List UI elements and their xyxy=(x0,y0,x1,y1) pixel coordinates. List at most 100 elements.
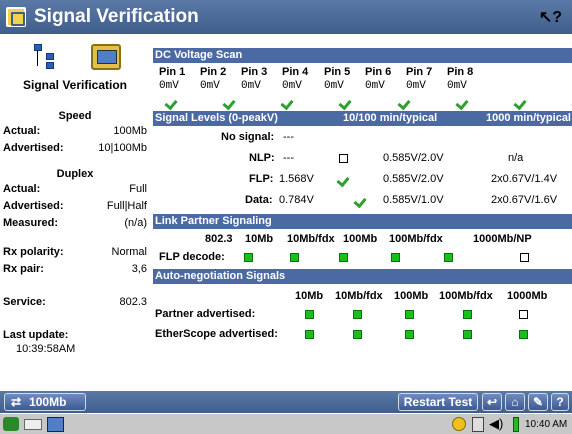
flp-value: 1.568V xyxy=(279,173,314,185)
partner-10mb-box xyxy=(305,310,314,319)
restart-test-button[interactable]: Restart Test xyxy=(398,393,478,411)
speed-button[interactable]: ⇄ 100Mb xyxy=(4,393,86,411)
flp-label: FLP: xyxy=(249,173,274,185)
help-glyph: ? xyxy=(552,9,562,26)
swap-arrows-icon: ⇄ xyxy=(11,395,22,409)
lps-col-100mb: 100Mb xyxy=(343,233,378,245)
service-label: Service: xyxy=(3,295,46,308)
speed-actual-value: 100Mb xyxy=(113,124,147,137)
panel-heading: Signal Verification xyxy=(22,78,128,92)
pin-7-value: 0mV xyxy=(406,80,426,92)
speed-advertised-row: Advertised: 10|100Mb xyxy=(0,139,150,156)
partner-1000mb-box xyxy=(519,310,528,319)
signal-col-10-100: 10/100 min/typical xyxy=(343,112,438,124)
data-label: Data: xyxy=(245,194,273,206)
dc-voltage-title: DC Voltage Scan xyxy=(155,49,243,61)
flp-gig: 2x0.67V/1.4V xyxy=(491,173,558,185)
clock: 10:40 AM xyxy=(525,419,568,430)
pin-6-label: Pin 6 xyxy=(365,66,392,78)
start-icon[interactable] xyxy=(3,417,19,431)
link-partner-title: Link Partner Signaling xyxy=(155,215,272,227)
speed-title: Speed xyxy=(58,110,92,122)
link-partner-grid: 802.3 10Mb 10Mb/fdx 100Mb 100Mb/fdx 1000… xyxy=(153,229,572,269)
network-tree-icon[interactable] xyxy=(33,44,56,70)
nlp-value: --- xyxy=(283,152,294,164)
etherscope-device-icon[interactable] xyxy=(90,44,121,70)
duplex-actual-label: Actual: xyxy=(3,182,41,195)
lps-col-10mb: 10Mb xyxy=(245,233,274,245)
rx-pair-row: Rx pair: 3,6 xyxy=(0,260,150,277)
tools-button[interactable]: ✎ xyxy=(528,393,548,411)
es-10mb-fdx-box xyxy=(353,330,362,339)
main-panel: DC Voltage Scan Pin 1 Pin 2 Pin 3 Pin 4 … xyxy=(153,48,572,346)
autoneg-header: Auto-negotiation Signals xyxy=(153,269,572,284)
left-panel: Signal Verification Speed Actual: 100Mb A… xyxy=(0,34,150,388)
data-value: 0.784V xyxy=(279,194,314,206)
back-icon: ↩ xyxy=(486,395,498,409)
home-button[interactable]: ⌂ xyxy=(505,393,525,411)
speed-button-label: 100Mb xyxy=(29,395,67,409)
partner-100mb-fdx-box xyxy=(463,310,472,319)
lps-802-3-box xyxy=(244,253,253,262)
duplex-advertised-label: Advertised: xyxy=(3,199,64,212)
rx-polarity-value: Normal xyxy=(111,245,147,258)
duplex-measured-value: (n/a) xyxy=(124,216,147,229)
pin-3-label: Pin 3 xyxy=(241,66,268,78)
keyboard-icon[interactable] xyxy=(24,419,42,430)
pin-2-check-icon xyxy=(223,95,237,107)
pin-5-label: Pin 5 xyxy=(324,66,351,78)
link-partner-header: Link Partner Signaling xyxy=(153,214,572,229)
pin-1-check-icon xyxy=(165,95,179,107)
task-app-icon[interactable] xyxy=(47,417,64,432)
pin-4-value: 0mV xyxy=(282,80,302,92)
ans-col-100mb-fdx: 100Mb/fdx xyxy=(439,290,493,302)
duplex-advertised-value: Full|Half xyxy=(106,199,147,212)
no-signal-label: No signal: xyxy=(221,131,275,143)
nlp-status-box xyxy=(339,154,348,163)
back-button[interactable]: ↩ xyxy=(482,393,502,411)
dc-voltage-header: DC Voltage Scan xyxy=(153,48,572,63)
pin-6-value: 0mV xyxy=(365,80,385,92)
lps-10mb-box xyxy=(290,253,299,262)
clipboard-icon[interactable] xyxy=(472,417,484,432)
restart-test-label: Restart Test xyxy=(403,395,473,409)
speed-actual-label: Actual: xyxy=(3,124,41,137)
pin-3-value: 0mV xyxy=(241,80,261,92)
pin-1-label: Pin 1 xyxy=(159,66,186,78)
signal-levels-title: Signal Levels (0-peakV) xyxy=(155,112,278,124)
rx-pair-value: 3,6 xyxy=(131,262,147,275)
help-button-label: ? xyxy=(556,395,564,409)
pin-8-label: Pin 8 xyxy=(447,66,474,78)
battery-icon[interactable] xyxy=(513,417,519,432)
signal-levels-grid: No signal: --- NLP: --- 0.585V/2.0V n/a … xyxy=(153,126,572,214)
home-icon: ⌂ xyxy=(511,395,519,409)
last-update-label: Last update: xyxy=(3,328,69,341)
rx-polarity-label: Rx polarity: xyxy=(3,245,64,258)
status-light-icon[interactable] xyxy=(452,417,466,431)
pin-7-check-icon xyxy=(514,95,528,107)
es-10mb-box xyxy=(305,330,314,339)
lps-100mb-fdx-box xyxy=(444,253,453,262)
es-100mb-box xyxy=(405,330,414,339)
data-range: 0.585V/1.0V xyxy=(383,194,444,206)
help-cursor-icon[interactable]: ↖? xyxy=(539,7,562,27)
pin-8-value: 0mV xyxy=(447,80,467,92)
rx-polarity-row: Rx polarity: Normal xyxy=(0,243,150,260)
nlp-gig: n/a xyxy=(508,152,524,164)
lps-10mb-fdx-box xyxy=(339,253,348,262)
es-1000mb-box xyxy=(519,330,528,339)
service-value: 802.3 xyxy=(119,295,147,308)
duplex-actual-row: Actual: Full xyxy=(0,180,150,197)
speaker-icon[interactable]: ◀) xyxy=(489,416,503,432)
wrench-icon: ✎ xyxy=(532,395,544,409)
service-row: Service: 802.3 xyxy=(0,293,150,310)
pin-2-label: Pin 2 xyxy=(200,66,227,78)
last-update-row: Last update: xyxy=(0,326,150,343)
partner-100mb-box xyxy=(405,310,414,319)
es-100mb-fdx-box xyxy=(463,330,472,339)
pin-7-label: Pin 7 xyxy=(406,66,433,78)
help-button[interactable]: ? xyxy=(551,393,569,411)
lps-col-100mb-fdx: 100Mb/fdx xyxy=(389,233,443,245)
lps-1000mb-np-box xyxy=(520,253,529,262)
lps-col-1000mb-np: 1000Mb/NP xyxy=(473,233,532,245)
